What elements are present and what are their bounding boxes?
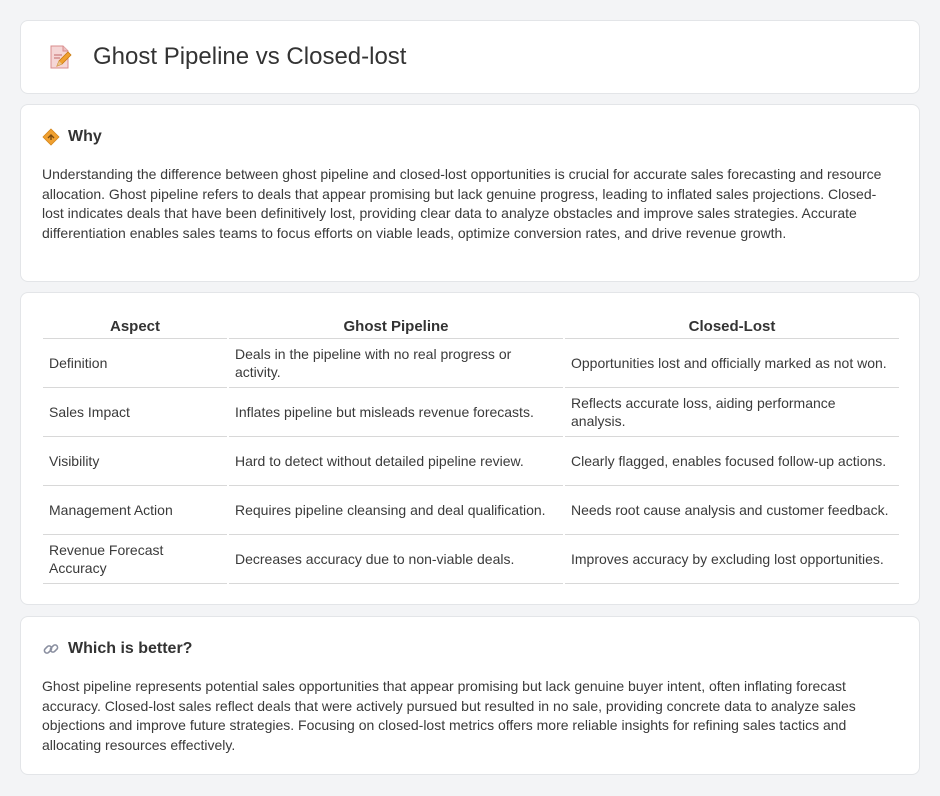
aspect-cell: Definition: [43, 338, 228, 388]
header-card: Ghost Pipeline vs Closed-lost: [20, 20, 920, 94]
closed-lost-cell: Needs root cause analysis and customer f…: [563, 485, 899, 535]
closed-lost-cell: Improves accuracy by excluding lost oppo…: [563, 534, 899, 584]
comparison-table: Aspect Ghost Pipeline Closed-Lost Defini…: [43, 313, 899, 584]
better-title: Which is better?: [68, 640, 193, 657]
header-aspect: Aspect: [43, 313, 228, 339]
header-ghost-pipeline: Ghost Pipeline: [227, 313, 564, 339]
table-row: Management Action Requires pipeline clea…: [43, 485, 899, 535]
comparison-table-card: Aspect Ghost Pipeline Closed-Lost Defini…: [20, 292, 920, 605]
diamond-signal-icon: [42, 128, 60, 146]
title-row: Ghost Pipeline vs Closed-lost: [47, 43, 406, 71]
closed-lost-cell: Reflects accurate loss, aiding performan…: [563, 387, 899, 437]
ghost-pipeline-cell: Decreases accuracy due to non-viable dea…: [227, 534, 564, 584]
which-is-better-card: Which is better? Ghost pipeline represen…: [20, 616, 920, 775]
why-body: Understanding the difference between gho…: [42, 166, 882, 241]
better-body: Ghost pipeline represents potential sale…: [42, 678, 856, 753]
table-row: Sales Impact Inflates pipeline but misle…: [43, 387, 899, 437]
header-closed-lost: Closed-Lost: [563, 313, 899, 339]
ghost-pipeline-cell: Deals in the pipeline with no real progr…: [227, 338, 564, 388]
ghost-pipeline-cell: Requires pipeline cleansing and deal qua…: [227, 485, 564, 535]
aspect-cell: Visibility: [43, 436, 228, 486]
aspect-cell: Sales Impact: [43, 387, 228, 437]
ghost-pipeline-cell: Hard to detect without detailed pipeline…: [227, 436, 564, 486]
better-heading: Which is better?: [42, 640, 192, 658]
why-title: Why: [68, 128, 102, 145]
page-title: Ghost Pipeline vs Closed-lost: [93, 43, 407, 70]
document-pencil-icon: [47, 43, 73, 71]
closed-lost-cell: Clearly flagged, enables focused follow-…: [563, 436, 899, 486]
aspect-cell: Management Action: [43, 485, 228, 535]
table-row: Visibility Hard to detect without detail…: [43, 436, 899, 486]
why-heading: Why: [42, 128, 102, 146]
table-header-row: Aspect Ghost Pipeline Closed-Lost: [43, 313, 899, 339]
table-row: Revenue Forecast Accuracy Decreases accu…: [43, 534, 899, 584]
table-row: Definition Deals in the pipeline with no…: [43, 338, 899, 388]
why-card: Why Understanding the difference between…: [20, 104, 920, 282]
aspect-cell: Revenue Forecast Accuracy: [43, 534, 228, 584]
ghost-pipeline-cell: Inflates pipeline but misleads revenue f…: [227, 387, 564, 437]
closed-lost-cell: Opportunities lost and officially marked…: [563, 338, 899, 388]
link-icon: [42, 640, 60, 658]
